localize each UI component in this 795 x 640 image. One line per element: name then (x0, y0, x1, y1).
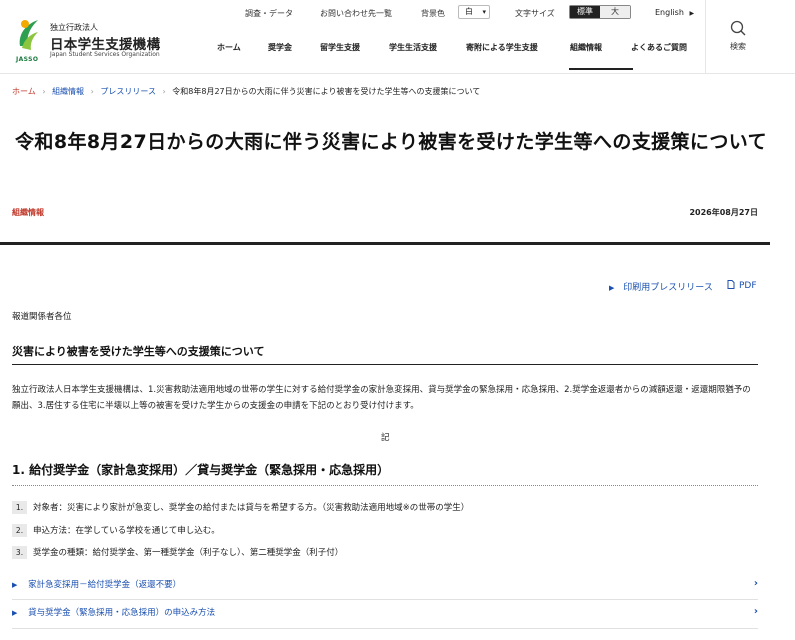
breadcrumb-separator-icon: › (162, 87, 166, 96)
print-press-release-label: 印刷用プレスリリース (623, 283, 713, 293)
pdf-badge: PDF (727, 280, 757, 291)
article-subheading: 災害により被害を受けた学生等への支援策について (12, 345, 265, 358)
site-header: 独立行政法人 日本学生支援機構 Japan Student Services O… (0, 0, 795, 74)
nav-faq[interactable]: よくあるご質問 (631, 42, 687, 53)
english-link-label: English (655, 8, 684, 17)
list-item-text: 申込方法：在学している学校を通じて申し込む。 (33, 526, 220, 536)
triangle-right-icon: ▶ (689, 10, 695, 17)
chevron-right-icon: › (753, 606, 758, 617)
bg-color-select[interactable]: 白 ▾ (458, 5, 490, 19)
nav-donation[interactable]: 寄附による学生支援 (466, 42, 538, 53)
title-divider (0, 242, 770, 245)
ki-note: 記 (381, 433, 390, 443)
list-item: 1. 対象者：災害により家計が急変し、奨学金の給付または貸与を希望する方。（災害救… (12, 501, 469, 514)
list-number: 1. (12, 501, 27, 514)
section-divider (12, 485, 758, 486)
logo-org-name: 日本学生支援機構 (50, 37, 161, 53)
nav-home[interactable]: ホーム (217, 42, 241, 53)
breadcrumb-separator-icon: › (90, 87, 94, 96)
search-label: 検索 (730, 42, 746, 51)
pdf-label: PDF (739, 281, 757, 291)
font-size-standard-button[interactable]: 標準 (570, 6, 600, 18)
list-number: 3. (12, 546, 27, 559)
logo-abbr: JASSO (16, 56, 39, 63)
search-button[interactable]: 検索 (705, 0, 795, 74)
triangle-right-icon: ▶ (12, 609, 18, 617)
font-size-toggle: 標準 大 (569, 5, 631, 19)
nav-scholarship[interactable]: 奨学金 (268, 42, 292, 53)
breadcrumb-home[interactable]: ホーム (12, 87, 36, 96)
jasso-logo-mark-icon (19, 20, 38, 50)
page-title: 令和8年8月27日からの大雨に伴う災害により被害を受けた学生等への支援策について (15, 131, 767, 153)
intro-paragraph: 独立行政法人日本学生支援機構は、1.災害救助法適用地域の世帯の学生に対する給付奨… (12, 385, 751, 411)
bg-color-label: 背景色 (421, 9, 445, 18)
list-number: 2. (12, 524, 27, 537)
survey-data-link[interactable]: 調査・データ (245, 8, 293, 19)
breadcrumb-current: 令和8年8月27日からの大雨に伴う災害により被害を受けた学生等への支援策について (172, 87, 481, 96)
logo-org-english: Japan Student Services Organization (50, 51, 160, 58)
triangle-right-icon: ▶ (12, 581, 18, 589)
logo-org-type: 独立行政法人 (50, 23, 98, 32)
link-divider (12, 628, 758, 629)
document-icon (727, 280, 735, 289)
list-item-text: 対象者：災害により家計が急変し、奨学金の給付または貸与を希望する方。（災害救助法… (33, 503, 470, 513)
font-size-large-button[interactable]: 大 (600, 6, 630, 18)
jasso-logo[interactable]: 独立行政法人 日本学生支援機構 Japan Student Services O… (16, 14, 186, 63)
search-icon (730, 20, 746, 36)
section-1-title: 1. 給付奨学金（家計急変採用）／貸与奨学金（緊急採用・応急採用） (12, 463, 390, 477)
breadcrumb-organization[interactable]: 組織情報 (52, 87, 84, 96)
nav-active-indicator (569, 68, 633, 70)
contact-list-link[interactable]: お問い合わせ先一覧 (320, 8, 392, 19)
list-item: 2. 申込方法：在学している学校を通じて申し込む。 (12, 524, 220, 537)
nav-student-life[interactable]: 学生生活支援 (389, 42, 437, 53)
bg-color-value: 白 (465, 7, 473, 16)
chevron-right-icon: › (753, 578, 758, 589)
addressee: 報道関係者各位 (12, 312, 72, 322)
nav-organization[interactable]: 組織情報 (570, 42, 602, 53)
nav-intl-students[interactable]: 留学生支援 (320, 42, 360, 53)
english-link[interactable]: English ▶ (655, 8, 694, 17)
font-size-label: 文字サイズ (515, 9, 555, 18)
print-press-release-link[interactable]: ▶ 印刷用プレスリリース (609, 280, 713, 293)
breadcrumb: ホーム › 組織情報 › プレスリリース › 令和8年8月27日からの大雨に伴う… (12, 86, 480, 97)
link-emergency-grant-label: 家計急変採用－給付奨学金（返還不要） (28, 580, 182, 590)
category-label: 組織情報 (12, 208, 44, 217)
triangle-right-icon: ▶ (609, 284, 615, 292)
link-divider (12, 599, 758, 600)
subheading-divider (12, 364, 758, 365)
list-item-text: 奨学金の種類：給付奨学金、第一種奨学金（利子なし）、第二種奨学金（利子付） (33, 548, 344, 558)
breadcrumb-press-release[interactable]: プレスリリース (100, 87, 156, 96)
breadcrumb-separator-icon: › (42, 87, 46, 96)
link-loan-application-label: 貸与奨学金（緊急採用・応急採用）の申込み方法 (28, 608, 216, 618)
caret-down-icon: ▾ (482, 8, 486, 16)
link-loan-application[interactable]: ▶ 貸与奨学金（緊急採用・応急採用）の申込み方法 › (12, 606, 758, 630)
publish-date: 2026年08月27日 (689, 208, 758, 217)
list-item: 3. 奨学金の種類：給付奨学金、第一種奨学金（利子なし）、第二種奨学金（利子付） (12, 546, 343, 559)
